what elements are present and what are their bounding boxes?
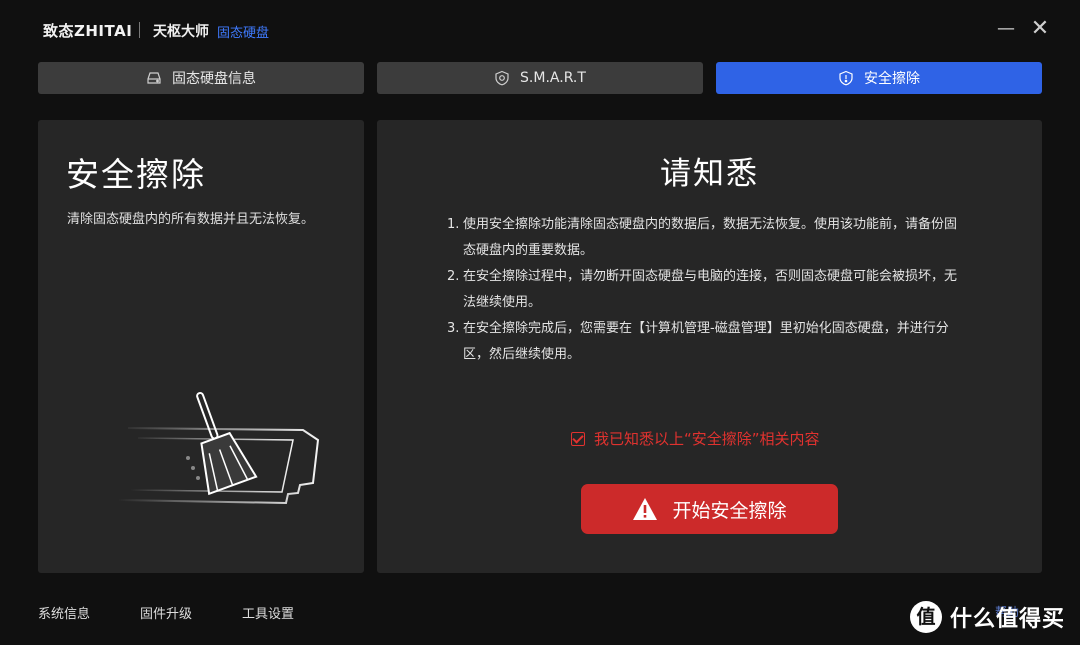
- footer-system-info[interactable]: 系统信息: [38, 603, 90, 622]
- tab-smart[interactable]: S.M.A.R.T: [377, 62, 703, 94]
- list-item: 1. 使用安全擦除功能清除固态硬盘内的数据后，数据无法恢复。使用该功能前，请备份…: [447, 212, 967, 264]
- notice-title: 请知悉: [660, 156, 759, 192]
- watermark-text: 什么值得买: [950, 607, 1066, 632]
- notice-text: 在安全擦除过程中，请勿断开固态硬盘与电脑的连接，否则固态硬盘可能会被损坏，无法继…: [463, 269, 958, 310]
- notice-number: 3.: [447, 321, 460, 336]
- footer-firmware-update[interactable]: 固件升级: [140, 603, 192, 622]
- brand-logo: 致态ZHITAI: [43, 22, 133, 40]
- tab-secure-erase[interactable]: 安全擦除: [716, 62, 1042, 94]
- notice-text: 在安全擦除完成后，您需要在【计算机管理-磁盘管理】里初始化固态硬盘，并进行分区，…: [463, 321, 949, 362]
- footer-tool-settings[interactable]: 工具设置: [242, 603, 294, 622]
- watermark: 值 什么值得买: [910, 601, 1065, 633]
- shield-icon: [495, 70, 509, 86]
- shield-alert-icon: [839, 70, 853, 86]
- list-item: 2. 在安全擦除过程中，请勿断开固态硬盘与电脑的连接，否则固态硬盘可能会被损坏，…: [447, 264, 967, 316]
- watermark-logo: 值: [910, 601, 942, 633]
- agree-checkbox-row[interactable]: 我已知悉以上“安全擦除”相关内容: [571, 428, 820, 449]
- app-name: 天枢大师: [153, 24, 209, 40]
- title-separator: [139, 22, 140, 38]
- list-item: 3. 在安全擦除完成后，您需要在【计算机管理-磁盘管理】里初始化固态硬盘，并进行…: [447, 316, 967, 368]
- warning-icon: [633, 498, 658, 520]
- tab-label: 固态硬盘信息: [172, 71, 256, 87]
- minimize-button[interactable]: —: [995, 18, 1017, 40]
- start-erase-label: 开始安全擦除: [672, 499, 787, 522]
- close-button[interactable]: ✕: [1029, 18, 1051, 40]
- feature-panel: 安全擦除 清除固态硬盘内的所有数据并且无法恢复。: [38, 120, 364, 573]
- drive-icon: [147, 72, 161, 84]
- notice-text: 使用安全擦除功能清除固态硬盘内的数据后，数据无法恢复。使用该功能前，请备份固态硬…: [463, 217, 958, 258]
- start-erase-button[interactable]: 开始安全擦除: [581, 484, 838, 534]
- app-subname: 固态硬盘: [217, 26, 270, 41]
- feature-description: 清除固态硬盘内的所有数据并且无法恢复。: [67, 212, 315, 227]
- notice-number: 1.: [447, 217, 460, 232]
- tab-label: 安全擦除: [864, 71, 920, 87]
- notice-number: 2.: [447, 269, 460, 284]
- agree-label: 我已知悉以上“安全擦除”相关内容: [594, 430, 820, 448]
- tab-ssd-info[interactable]: 固态硬盘信息: [38, 62, 364, 94]
- tab-label: S.M.A.R.T: [520, 70, 586, 86]
- broom-ssd-illustration: [88, 391, 320, 505]
- feature-title: 安全擦除: [66, 155, 206, 194]
- title-bar: 致态ZHITAI 天枢大师 固态硬盘 — ✕: [0, 0, 1080, 60]
- notice-list: 1. 使用安全擦除功能清除固态硬盘内的数据后，数据无法恢复。使用该功能前，请备份…: [447, 212, 967, 368]
- notice-panel: 请知悉 1. 使用安全擦除功能清除固态硬盘内的数据后，数据无法恢复。使用该功能前…: [377, 120, 1042, 573]
- agree-checkbox[interactable]: [571, 431, 585, 446]
